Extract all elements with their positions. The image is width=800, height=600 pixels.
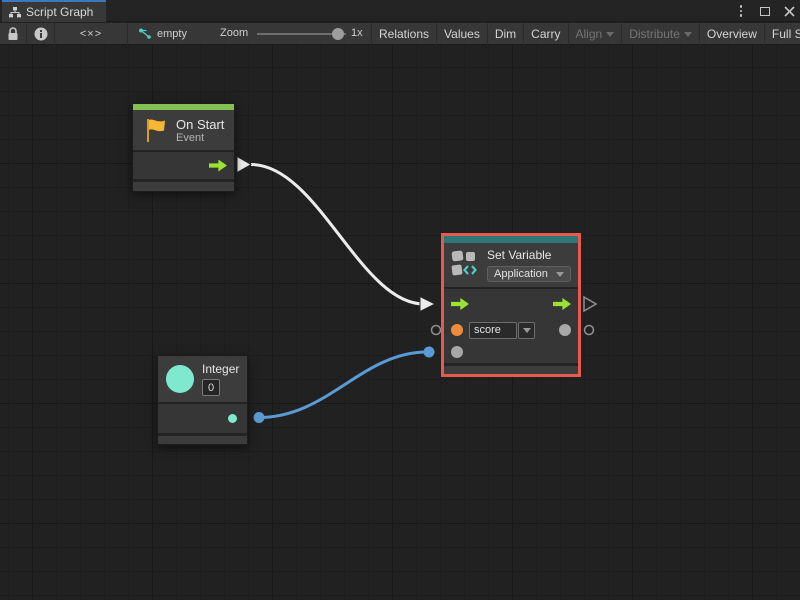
lock-button[interactable] xyxy=(0,23,27,45)
close-icon[interactable] xyxy=(782,4,796,18)
info-button[interactable] xyxy=(27,23,55,45)
overview-button[interactable]: Overview xyxy=(699,23,764,45)
control-output-port[interactable] xyxy=(209,160,227,172)
on-start-ports xyxy=(133,152,234,179)
values-button[interactable]: Values xyxy=(436,23,487,45)
code-view-icon: <×> xyxy=(80,28,102,40)
integer-value-input[interactable] xyxy=(202,379,220,396)
code-view-button[interactable]: <×> xyxy=(55,23,128,45)
node-title: Set Variable xyxy=(487,248,571,263)
unconnected-input-indicator[interactable] xyxy=(432,326,441,335)
window-controls xyxy=(734,0,796,22)
window-menu-icon[interactable] xyxy=(734,4,748,18)
value-wire-start-cap[interactable] xyxy=(254,412,265,423)
node-footer xyxy=(133,182,234,191)
script-graph-icon xyxy=(9,7,21,18)
value-wire-end-cap[interactable] xyxy=(424,347,435,358)
graph-toolbar: <×> empty Zoom 1x Relations Values Dim C… xyxy=(0,23,800,45)
zoom-slider-handle[interactable] xyxy=(332,28,344,40)
node-footer xyxy=(158,436,247,444)
script-graph-window: Script Graph <×> xyxy=(0,0,800,600)
tab-title: Script Graph xyxy=(26,5,93,19)
set-variable-ports xyxy=(444,289,578,363)
variables-icon xyxy=(451,248,481,278)
value-wire[interactable] xyxy=(259,352,427,418)
set-variable-header: Set Variable Application xyxy=(444,243,578,287)
variable-name-port[interactable] xyxy=(451,324,463,336)
unconnected-control-output-indicator[interactable] xyxy=(584,297,596,311)
control-wire[interactable] xyxy=(251,165,424,305)
zoom-label: Zoom xyxy=(220,27,248,39)
value-output-port[interactable] xyxy=(559,324,571,336)
graph-canvas[interactable]: On Start Event xyxy=(0,45,800,600)
control-input-port[interactable] xyxy=(451,298,469,310)
distribute-button: Distribute xyxy=(621,23,699,45)
graph-name-label: empty xyxy=(157,28,187,40)
chevron-down-icon xyxy=(606,32,614,37)
dim-button[interactable]: Dim xyxy=(487,23,523,45)
integer-output-port[interactable] xyxy=(228,414,237,423)
integer-header: Integer xyxy=(158,356,247,402)
on-start-header: On Start Event xyxy=(133,110,234,150)
toolbar-buttons: Relations Values Dim Carry Align Distrib… xyxy=(371,23,800,45)
node-title: On Start xyxy=(176,117,224,132)
carry-button[interactable]: Carry xyxy=(523,23,567,45)
node-title: Integer xyxy=(202,362,239,377)
unconnected-output-indicator[interactable] xyxy=(585,326,594,335)
node-on-start[interactable]: On Start Event xyxy=(132,103,235,192)
wires-layer xyxy=(0,45,800,600)
integer-icon xyxy=(166,365,194,393)
zoom-value: 1x xyxy=(351,27,363,39)
control-output-port[interactable] xyxy=(553,298,571,310)
control-wire-start-cap[interactable] xyxy=(237,157,251,173)
lock-icon xyxy=(7,27,19,41)
scope-label: Application xyxy=(494,268,548,280)
tab-script-graph[interactable]: Script Graph xyxy=(2,0,106,22)
integer-ports xyxy=(158,404,247,433)
variable-color-bar xyxy=(444,236,578,243)
value-input-port[interactable] xyxy=(451,346,463,358)
graph-breadcrumb[interactable]: empty xyxy=(128,23,216,45)
chevron-down-icon xyxy=(523,328,531,333)
title-bar: Script Graph xyxy=(0,0,800,22)
node-integer[interactable]: Integer xyxy=(157,355,248,445)
variable-name-dropdown[interactable] xyxy=(518,322,535,339)
variable-name-input[interactable] xyxy=(469,322,517,339)
node-set-variable[interactable]: Set Variable Application xyxy=(441,233,581,377)
node-footer xyxy=(444,366,578,374)
variable-scope-dropdown[interactable]: Application xyxy=(487,266,571,282)
info-icon xyxy=(34,27,48,41)
align-button: Align xyxy=(568,23,622,45)
relations-button[interactable]: Relations xyxy=(371,23,436,45)
node-subtitle: Event xyxy=(176,132,224,144)
graph-node-icon xyxy=(138,28,152,40)
chevron-down-icon xyxy=(684,32,692,37)
chevron-down-icon xyxy=(556,272,564,277)
maximize-icon[interactable] xyxy=(758,4,772,18)
control-wire-arrowhead[interactable] xyxy=(420,297,435,312)
fullscreen-button[interactable]: Full Screen xyxy=(764,23,800,45)
zoom-slider[interactable] xyxy=(257,33,346,35)
flag-icon xyxy=(144,117,169,143)
